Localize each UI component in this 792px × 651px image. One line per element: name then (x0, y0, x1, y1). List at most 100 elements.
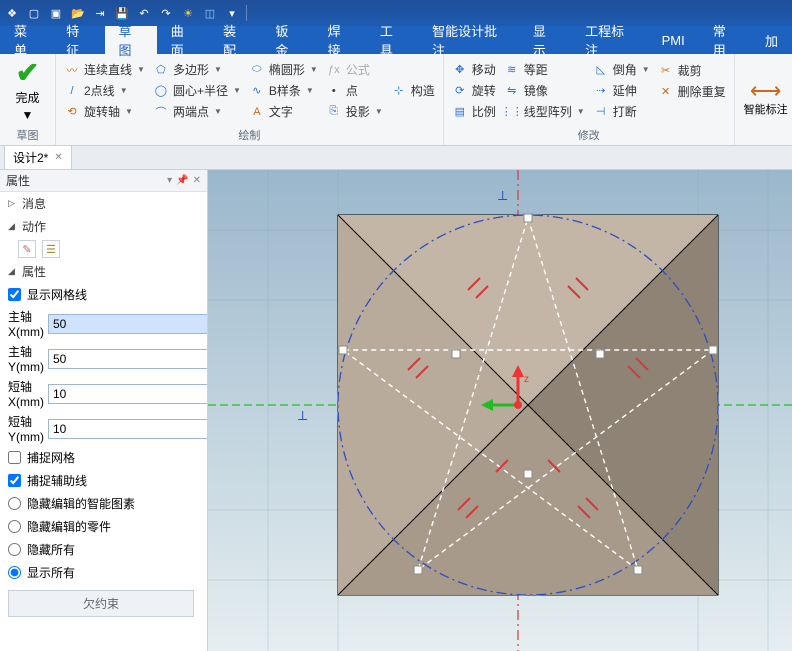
axis-y-input[interactable] (48, 349, 207, 369)
group-finish-title: 草图 (6, 125, 49, 145)
tab-weld[interactable]: 焊接 (314, 26, 366, 54)
cmd-trim[interactable]: ✂裁剪 (656, 61, 728, 80)
snap-guide-checkbox[interactable] (8, 474, 21, 487)
cmd-scale[interactable]: ▤比例 (450, 102, 498, 121)
axis-icon: ⟲ (64, 104, 80, 120)
cmd-chamfer[interactable]: ◺倒角▼ (591, 60, 652, 79)
break-icon: ⊣ (593, 104, 609, 120)
doc-tab[interactable]: 设计2* ✕ (4, 145, 72, 169)
tab-feature[interactable]: 特征 (52, 26, 104, 54)
tab-pmi[interactable]: PMI (648, 26, 699, 54)
tab-eng-annotate[interactable]: 工程标注 (571, 26, 648, 54)
cmd-move[interactable]: ✥移动 (450, 60, 498, 79)
close-icon[interactable]: ✕ (54, 152, 62, 163)
star-icon[interactable]: ☀ (180, 5, 196, 21)
tab-sketch[interactable]: 草图 (105, 26, 157, 54)
cmd-project[interactable]: ⎘投影▼ (324, 102, 385, 121)
tab-menu[interactable]: 菜单 (0, 26, 52, 54)
save-icon[interactable]: 💾 (114, 5, 130, 21)
tab-assembly[interactable]: 装配 (209, 26, 261, 54)
tab-smart-annotate[interactable]: 智能设计批注 (418, 26, 519, 54)
open-icon[interactable]: 📂 (70, 5, 86, 21)
delete-icon: ✕ (658, 83, 674, 99)
separator (246, 5, 247, 21)
tab-more[interactable]: 加 (751, 26, 792, 54)
spline-icon: ∿ (249, 83, 265, 99)
cmd-offset[interactable]: ≋等距 (502, 60, 587, 79)
cmd-formula[interactable]: ƒx公式 (324, 60, 385, 79)
import-icon[interactable]: ⇥ (92, 5, 108, 21)
action-edit-icon[interactable]: ✎ (18, 240, 36, 258)
tab-common[interactable]: 常用 (699, 26, 751, 54)
ribbon: ✔ 完成 ▼ 草图 〰连续直线▼ /2点线▼ ⟲旋转轴▼ ⬠多边形▼ ◯圆心+半… (0, 54, 792, 146)
snap-grid-checkbox[interactable] (8, 451, 21, 464)
project-icon: ⎘ (326, 104, 342, 120)
cmd-ellipse[interactable]: ⬭椭圆形▼ (247, 60, 320, 79)
snap-grid-label: 捕捉网格 (27, 449, 75, 466)
tab-surface[interactable]: 曲面 (157, 26, 209, 54)
close-icon[interactable]: ✕ (193, 175, 201, 186)
minor-y-input[interactable] (48, 419, 207, 439)
offset-icon: ≋ (504, 62, 520, 78)
scale-icon: ▤ (452, 104, 468, 120)
axis-x-input[interactable] (48, 314, 207, 334)
axis-x-label: 主轴X(mm) (8, 308, 44, 339)
smart-dim-button[interactable]: ⟷ 智能标注 (741, 56, 791, 141)
undo-icon[interactable]: ↶ (136, 5, 152, 21)
show-grid-checkbox[interactable] (8, 288, 21, 301)
dropdown-icon[interactable]: ▾ (167, 175, 172, 186)
pattern-icon: ⋮⋮ (504, 104, 520, 120)
pin-icon[interactable]: 📌 (176, 175, 188, 186)
new2-icon[interactable]: ▣ (48, 5, 64, 21)
chevron-down-icon: ▼ (22, 108, 34, 122)
show-grid-label: 显示网格线 (27, 286, 87, 303)
main-area: 属性 ▾ 📌 ✕ ▷消息 ◢动作 ✎ ☰ ◢属性 显示网格线 主轴X(mm) 主… (0, 170, 792, 651)
dropdown-icon[interactable]: ▾ (224, 5, 240, 21)
cmd-del-dup[interactable]: ✕删除重复 (656, 82, 728, 101)
cmd-axis[interactable]: ⟲旋转轴▼ (62, 102, 147, 121)
doc-tab-label: 设计2* (13, 149, 48, 166)
hide-all-radio[interactable] (8, 543, 21, 556)
cmd-extend[interactable]: ⇢延伸 (591, 81, 652, 100)
cmd-break[interactable]: ⊣打断 (591, 102, 652, 121)
hide-smart-radio[interactable] (8, 497, 21, 510)
cmd-construct[interactable]: ⊹构造 (389, 81, 437, 100)
cube-icon[interactable]: ◫ (202, 5, 218, 21)
cmd-rotate[interactable]: ⟳旋转 (450, 81, 498, 100)
formula-icon: ƒx (326, 62, 342, 78)
viewport[interactable]: z ⟂ ⟂ (208, 170, 792, 651)
document-tabs: 设计2* ✕ (0, 146, 792, 170)
minor-x-input[interactable] (48, 384, 207, 404)
show-all-radio[interactable] (8, 566, 21, 579)
group-annotate-title (741, 141, 792, 145)
new-icon[interactable]: ▢ (26, 5, 42, 21)
cmd-mirror[interactable]: ⇋镜像 (502, 81, 587, 100)
app-icon: ❖ (4, 5, 20, 21)
cmd-2point-line[interactable]: /2点线▼ (62, 81, 147, 100)
section-messages[interactable]: ▷消息 (0, 192, 207, 215)
redo-icon[interactable]: ↷ (158, 5, 174, 21)
cmd-bspline[interactable]: ∿B样条▼ (247, 81, 320, 100)
cmd-two-end[interactable]: ⌒两端点▼ (151, 102, 243, 121)
section-actions[interactable]: ◢动作 (0, 215, 207, 238)
group-modify-title: 修改 (450, 125, 728, 145)
dimension-icon: ⟷ (750, 80, 782, 102)
tab-tools[interactable]: 工具 (366, 26, 418, 54)
hide-parts-radio[interactable] (8, 520, 21, 533)
group-draw: 〰连续直线▼ /2点线▼ ⟲旋转轴▼ ⬠多边形▼ ◯圆心+半径▼ ⌒两端点▼ ⬭… (56, 54, 444, 145)
finish-button[interactable]: ✔ 完成 ▼ (6, 56, 49, 125)
tab-sheet[interactable]: 钣金 (261, 26, 313, 54)
underconstrained-button[interactable]: 欠约束 (8, 590, 194, 617)
hide-all-label: 隐藏所有 (27, 541, 75, 558)
cmd-polygon[interactable]: ⬠多边形▼ (151, 60, 243, 79)
cmd-pattern[interactable]: ⋮⋮线型阵列▼ (502, 102, 587, 121)
action-list-icon[interactable]: ☰ (42, 240, 60, 258)
tab-display[interactable]: 显示 (519, 26, 571, 54)
section-attributes[interactable]: ◢属性 (0, 260, 207, 283)
cmd-text[interactable]: A文字 (247, 102, 320, 121)
smart-dim-label: 智能标注 (744, 104, 788, 116)
cmd-point[interactable]: •点 (324, 81, 385, 100)
mirror-icon: ⇋ (504, 83, 520, 99)
cmd-polyline[interactable]: 〰连续直线▼ (62, 60, 147, 79)
cmd-circle[interactable]: ◯圆心+半径▼ (151, 81, 243, 100)
